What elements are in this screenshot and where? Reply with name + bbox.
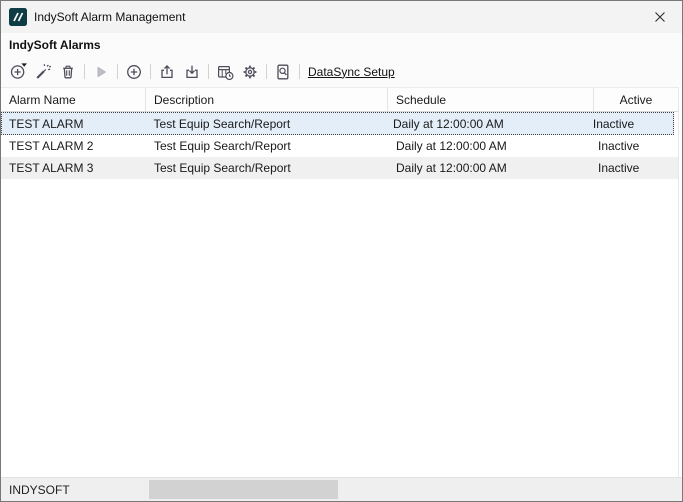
section-title: IndySoft Alarms [9, 38, 101, 52]
table-row[interactable]: TEST ALARM Test Equip Search/Report Dail… [1, 112, 674, 135]
cell-schedule: Daily at 12:00:00 AM [388, 139, 594, 153]
cell-alarm-name: TEST ALARM 2 [1, 139, 146, 153]
table-row[interactable]: TEST ALARM 3 Test Equip Search/Report Da… [1, 157, 679, 179]
column-header-schedule[interactable]: Schedule [388, 88, 594, 111]
cell-active: Inactive [594, 161, 679, 175]
delete-alarm-button[interactable] [57, 60, 79, 84]
export-upload-icon [158, 63, 176, 81]
column-header-description[interactable]: Description [146, 88, 388, 111]
close-button[interactable] [637, 1, 682, 32]
alarm-grid: Alarm Name Description Schedule Active T… [1, 87, 682, 478]
add-alarm-dropdown-icon [9, 62, 28, 81]
cell-active: Inactive [594, 139, 679, 153]
window-title: IndySoft Alarm Management [34, 10, 185, 24]
toolbar-separator [266, 64, 267, 79]
grid-header: Alarm Name Description Schedule Active [1, 87, 679, 112]
progress-placeholder [149, 480, 338, 499]
add-alarm-button[interactable] [7, 60, 29, 84]
cell-schedule: Daily at 12:00:00 AM [385, 117, 589, 131]
table-row[interactable]: TEST ALARM 2 Test Equip Search/Report Da… [1, 135, 679, 157]
import-download-icon [183, 63, 201, 81]
toolbar-separator [117, 64, 118, 79]
cell-active: Inactive [589, 117, 673, 131]
toolbar-separator [84, 64, 85, 79]
schedule-table-icon [216, 63, 234, 81]
grid-right-edge [678, 87, 679, 478]
import-button[interactable] [181, 60, 203, 84]
close-icon [654, 11, 666, 23]
run-alarm-button[interactable] [90, 60, 112, 84]
cell-alarm-name: TEST ALARM [2, 117, 146, 131]
preview-document-icon [274, 63, 292, 81]
cell-schedule: Daily at 12:00:00 AM [388, 161, 594, 175]
toolbar-separator [299, 64, 300, 79]
alarm-management-window: IndySoft Alarm Management IndySoft Alarm… [0, 0, 683, 502]
run-play-icon [92, 63, 110, 81]
datasync-setup-link[interactable]: DataSync Setup [308, 65, 395, 79]
preview-button[interactable] [272, 60, 294, 84]
cell-description: Test Equip Search/Report [146, 139, 388, 153]
status-bar: INDYSOFT [1, 477, 682, 501]
add-circle-icon [125, 63, 143, 81]
cell-description: Test Equip Search/Report [146, 161, 388, 175]
indysoft-logo-icon [9, 8, 27, 26]
toolbar: DataSync Setup [1, 56, 682, 87]
delete-trash-icon [59, 63, 77, 81]
title-bar: IndySoft Alarm Management [1, 1, 682, 33]
export-button[interactable] [156, 60, 178, 84]
settings-button[interactable] [239, 60, 261, 84]
column-header-alarm-name[interactable]: Alarm Name [1, 88, 146, 111]
toolbar-separator [208, 64, 209, 79]
edit-alarm-button[interactable] [32, 60, 54, 84]
column-header-active[interactable]: Active [594, 88, 679, 111]
add-circle-button[interactable] [123, 60, 145, 84]
toolbar-separator [150, 64, 151, 79]
status-text: INDYSOFT [9, 483, 70, 497]
cell-alarm-name: TEST ALARM 3 [1, 161, 146, 175]
schedule-button[interactable] [214, 60, 236, 84]
edit-wand-icon [34, 63, 52, 81]
cell-description: Test Equip Search/Report [146, 117, 385, 131]
settings-gear-icon [241, 63, 259, 81]
